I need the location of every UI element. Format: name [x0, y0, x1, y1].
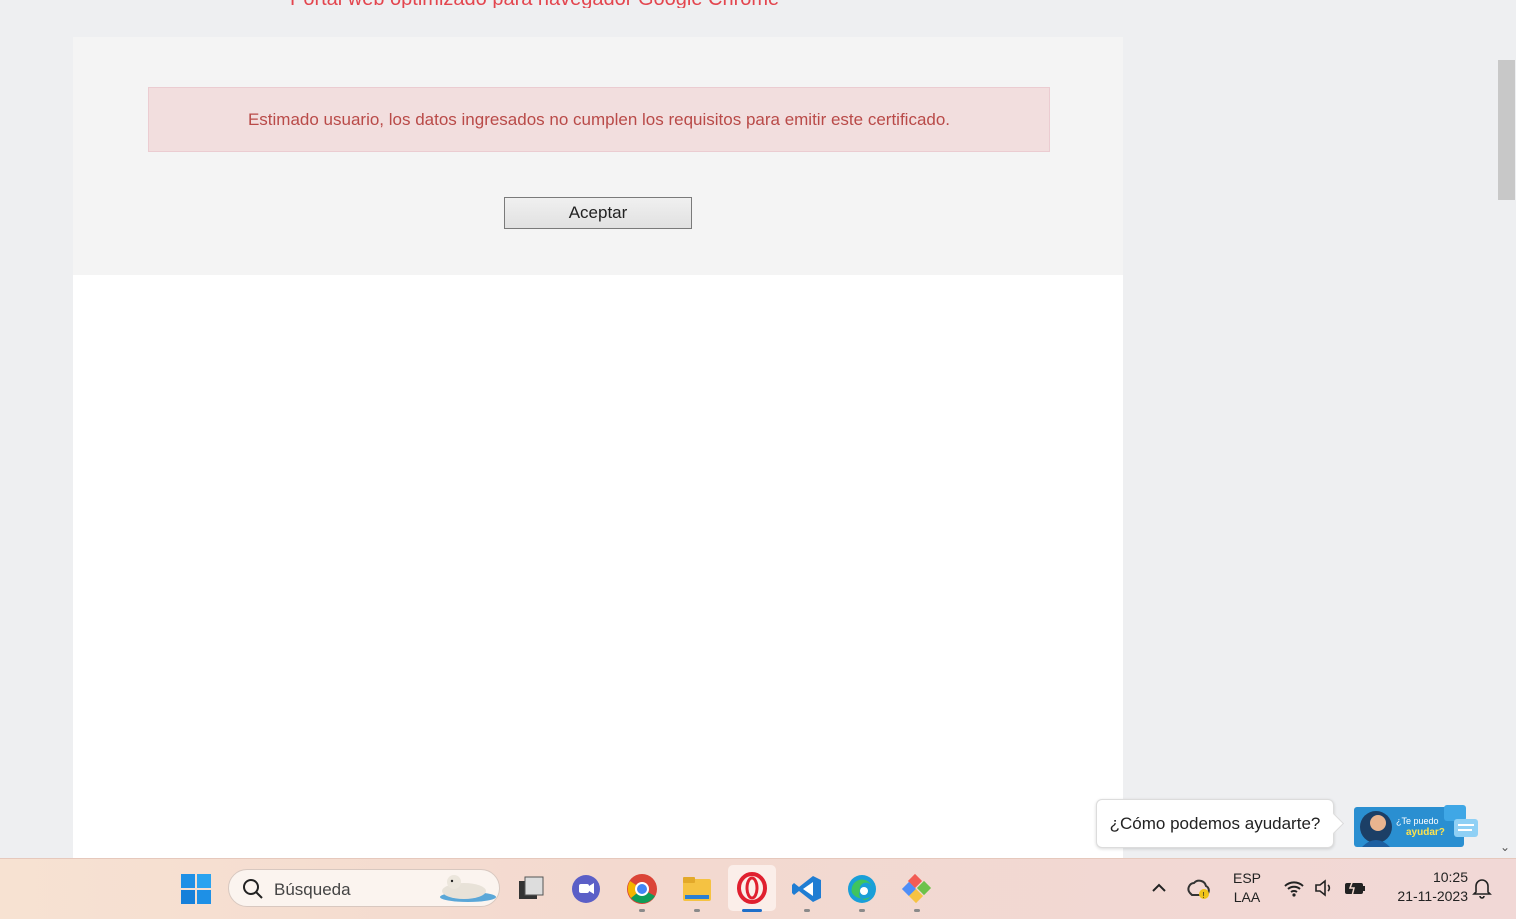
chat-assistant-icon: ¿Te puedo ayudar? [1354, 805, 1478, 847]
chrome-running-indicator [639, 909, 645, 912]
git-running-indicator [914, 909, 920, 912]
seal-illustration-icon [440, 875, 496, 902]
chrome-icon[interactable] [626, 873, 658, 905]
task-view-icon[interactable] [515, 873, 547, 905]
explorer-running-indicator [694, 909, 700, 912]
chat-prompt-text: ¿Cómo podemos ayudarte? [1109, 813, 1321, 833]
vscode-icon[interactable] [791, 873, 823, 905]
language-indicator[interactable]: ESP LAA [1229, 870, 1265, 905]
git-app-icon[interactable] [901, 873, 933, 905]
onedrive-warning-icon[interactable]: ! [1186, 877, 1212, 901]
notification-bell-icon[interactable] [1472, 877, 1492, 899]
search-placeholder: Búsqueda [274, 880, 351, 899]
clock-date: 21-11-2023 [1397, 888, 1468, 904]
error-alert: Estimado usuario, los datos ingresados n… [148, 87, 1050, 152]
chevron-up-icon[interactable] [1150, 879, 1168, 897]
opera-active-indicator [742, 909, 762, 912]
file-explorer-icon[interactable] [681, 873, 713, 905]
vertical-scrollbar[interactable]: ⌄ [1497, 0, 1516, 858]
opera-icon[interactable] [728, 865, 776, 911]
wifi-icon[interactable] [1283, 877, 1305, 899]
scroll-down-icon[interactable]: ⌄ [1500, 840, 1510, 854]
language-top: ESP [1232, 870, 1261, 886]
windows-start-icon[interactable] [180, 873, 212, 905]
form-area: Estimado usuario, los datos ingresados n… [73, 37, 1123, 275]
widget-line-2: ayudar? [1406, 827, 1445, 838]
widget-line-1: ¿Te puedo [1396, 816, 1439, 826]
chat-help-bubble[interactable]: ¿Cómo podemos ayudarte? [1096, 799, 1334, 848]
taskbar-search-input[interactable]: Búsqueda [228, 869, 500, 907]
battery-icon[interactable] [1343, 877, 1367, 899]
page-content-panel: Estimado usuario, los datos ingresados n… [73, 37, 1123, 858]
search-icon [243, 879, 263, 899]
chat-assistant-button[interactable]: ¿Te puedo ayudar? [1354, 803, 1480, 847]
accept-button[interactable]: Aceptar [504, 197, 692, 229]
teams-chat-icon[interactable] [570, 873, 602, 905]
taskbar: Búsqueda ! ESP LAA 10:25 21-11-2023 [0, 858, 1516, 919]
vscode-running-indicator [804, 909, 810, 912]
language-bottom: LAA [1233, 889, 1261, 905]
volume-icon[interactable] [1313, 877, 1335, 899]
scrollbar-thumb[interactable] [1498, 60, 1515, 200]
clock-time: 10:25 [1432, 869, 1468, 885]
clock[interactable]: 10:25 21-11-2023 [1378, 869, 1468, 904]
browser-notice-banner: Portal web optimizado para navegador Goo… [290, 0, 890, 8]
error-alert-message: Estimado usuario, los datos ingresados n… [247, 109, 951, 129]
edge-icon[interactable] [846, 873, 878, 905]
svg-text:!: ! [1203, 891, 1205, 900]
edge-running-indicator [859, 909, 865, 912]
